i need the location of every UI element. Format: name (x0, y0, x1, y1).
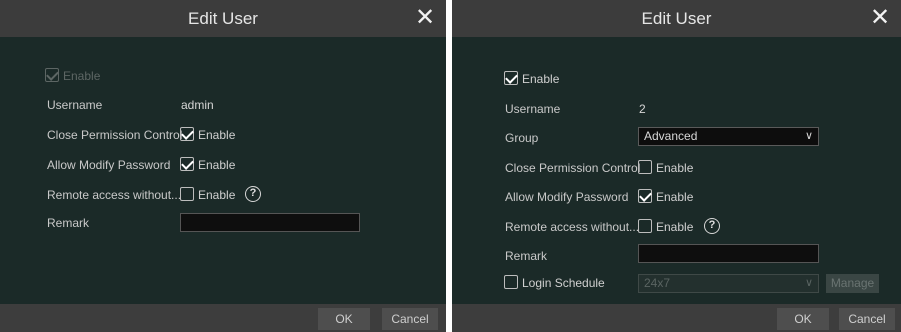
remote-access-checkbox[interactable] (638, 219, 652, 233)
cancel-button[interactable]: Cancel (382, 308, 438, 330)
remark-input[interactable] (638, 244, 819, 263)
remote-access-checkbox[interactable] (180, 187, 194, 201)
close-permission-label: Close Permission Control (505, 161, 641, 175)
dialog-title: Edit User (188, 9, 258, 28)
allow-modify-password-cb-label: Enable (198, 158, 236, 172)
close-permission-checkbox[interactable] (638, 160, 652, 174)
enable-label: Enable (63, 69, 101, 83)
help-icon[interactable]: ? (245, 186, 261, 202)
remark-input[interactable] (180, 213, 360, 232)
remote-access-label: Remote access without... (47, 188, 182, 202)
group-select[interactable]: Advanced ∨ (638, 127, 819, 146)
login-schedule-checkbox[interactable] (504, 275, 518, 289)
username-label: Username (505, 102, 561, 116)
remark-label: Remark (505, 249, 548, 263)
allow-modify-password-label: Allow Modify Password (505, 190, 629, 204)
allow-modify-password-checkbox[interactable] (638, 189, 652, 203)
ok-button[interactable]: OK (318, 308, 370, 330)
dialog-title: Edit User (641, 9, 712, 28)
chevron-down-icon: ∨ (804, 277, 813, 289)
schedule-select: 24x7 ∨ (638, 274, 819, 293)
remote-access-label: Remote access without... (505, 220, 640, 234)
close-permission-label: Close Permission Control (47, 128, 183, 142)
dialog-titlebar: Edit User (0, 0, 446, 37)
allow-modify-password-cb-label: Enable (656, 190, 694, 204)
login-schedule-label: Login Schedule (522, 276, 605, 290)
schedule-select-value: 24x7 (644, 276, 671, 290)
cancel-button[interactable]: Cancel (839, 308, 895, 330)
close-permission-cb-label: Enable (656, 161, 694, 175)
edit-user-dialog-left: Edit User ✕ Enable Username admin Close … (0, 0, 446, 332)
close-icon[interactable]: ✕ (412, 4, 438, 32)
close-permission-checkbox[interactable] (180, 127, 194, 141)
dialog-footer: OK Cancel (452, 304, 901, 332)
group-label: Group (505, 131, 539, 145)
ok-button[interactable]: OK (777, 308, 829, 330)
edit-user-dialog-right: Edit User ✕ Enable Username 2 Group Adva… (452, 0, 901, 332)
username-value: 2 (639, 102, 646, 116)
close-icon[interactable]: ✕ (867, 4, 893, 32)
username-value: admin (181, 98, 214, 112)
dialog-footer: OK Cancel (0, 304, 446, 332)
dialog-titlebar: Edit User (452, 0, 901, 37)
allow-modify-password-label: Allow Modify Password (47, 158, 171, 172)
chevron-down-icon: ∨ (804, 130, 813, 142)
allow-modify-password-checkbox[interactable] (180, 157, 194, 171)
remote-access-cb-label: Enable (198, 188, 236, 202)
help-icon[interactable]: ? (704, 218, 720, 234)
close-permission-cb-label: Enable (198, 128, 236, 142)
enable-label: Enable (522, 72, 560, 86)
remark-label: Remark (47, 216, 90, 230)
enable-checkbox[interactable] (504, 71, 518, 85)
group-select-value: Advanced (644, 129, 698, 143)
remote-access-cb-label: Enable (656, 220, 694, 234)
manage-button: Manage (826, 274, 879, 293)
enable-checkbox (45, 68, 59, 82)
username-label: Username (47, 98, 103, 112)
